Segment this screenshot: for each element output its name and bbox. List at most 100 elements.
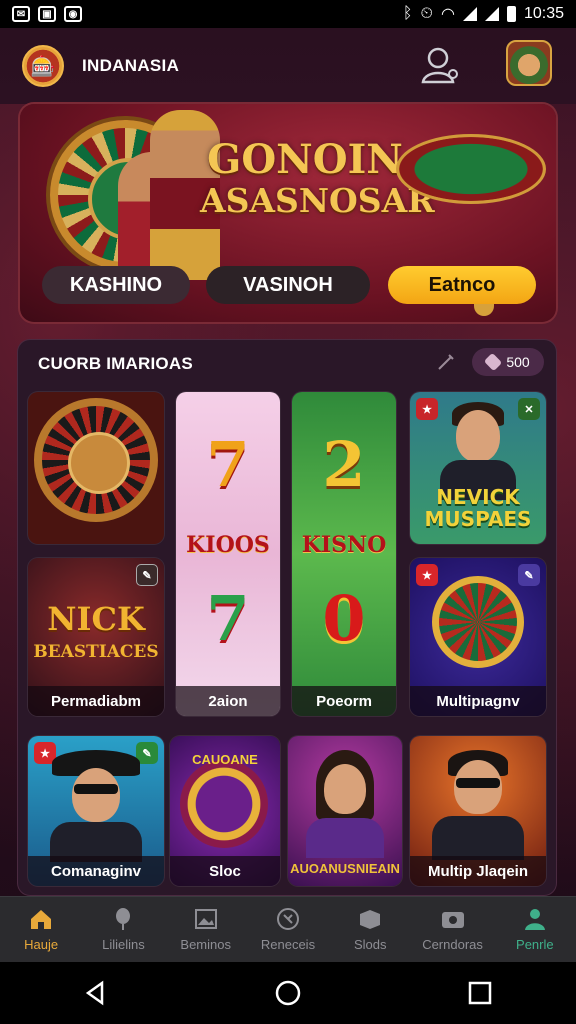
signal-icon [484, 7, 499, 21]
banner-button-kashino[interactable]: KASHINO [42, 266, 190, 304]
reel-word: KIOOS [186, 532, 270, 558]
app-header: 🎰 INDANASIA [0, 28, 576, 104]
camera-icon [441, 912, 464, 928]
badge-value: 500 [506, 354, 530, 370]
nav-item-home[interactable]: Hauje [3, 907, 79, 952]
banner-title-line2: ASASNOSAR [200, 181, 435, 220]
status-bar: ✉ ▣ ◉ ᛒ ⏲ ◠ 10:35 [0, 0, 576, 28]
app-logo[interactable]: 🎰 [22, 45, 64, 87]
banner-button-vasinoh[interactable]: VASINOH [206, 266, 370, 304]
nav-label: Slods [354, 937, 387, 952]
back-icon[interactable] [82, 979, 110, 1007]
nav-label: Cerndoras [422, 937, 483, 952]
new-badge-icon: ★ [416, 564, 438, 586]
bluetooth-icon: ᛒ [402, 5, 413, 22]
game-tile-lady[interactable]: AUOANUSNIEAIN [288, 736, 402, 886]
tag-icon: ✕ [518, 398, 540, 420]
status-right-icons: ᛒ ⏲ ◠ 10:35 [403, 4, 564, 24]
character-suit [306, 818, 384, 858]
tile-caption: Poeorm [292, 686, 396, 716]
slot-wheel-image [180, 760, 268, 848]
game-logo: AUOANUSNIEAIN [290, 861, 400, 876]
game-tile-agent[interactable]: ★ ✎ Comanaginv [28, 736, 164, 886]
nav-label: Lilielins [102, 937, 145, 952]
game-logo: NICK [47, 600, 145, 638]
battery-icon [506, 6, 516, 22]
coin-badge[interactable]: 500 [472, 348, 544, 376]
tile-caption: Multipıagnv [410, 686, 546, 716]
game-logo: CAUOANE [192, 752, 258, 767]
game-tile-nick[interactable]: ✎ NICK BEASTIACES Permadiabm [28, 558, 164, 716]
new-badge-icon: ★ [416, 398, 438, 420]
box-icon [360, 910, 381, 929]
profile-avatar[interactable] [506, 40, 552, 86]
status-left-icons: ✉ ▣ ◉ [12, 6, 82, 22]
game-tile-multiplayer[interactable]: ★ ✎ Multipıagnv [410, 558, 546, 716]
sunglasses-image [74, 784, 118, 794]
section-title: CUORB IMARIOAS [38, 354, 193, 373]
game-tile-slot-reel-1[interactable]: 7 KIOOS 7 2aion [176, 392, 280, 716]
game-tile-slot[interactable]: CAUOANE Sloc [170, 736, 280, 886]
game-tile-roulette[interactable] [28, 392, 164, 544]
sunglasses-image [456, 778, 500, 788]
banner-button-eatnco[interactable]: Eatnco [388, 266, 536, 304]
nav-item-profile[interactable]: Penrle [497, 907, 573, 952]
image-icon [194, 909, 217, 929]
bottom-nav: Hauje Lilielins Beminos Reneceis Slods C… [0, 896, 576, 962]
game-logo-line2: MUSPAES [424, 507, 532, 531]
mail-icon: ✉ [12, 6, 30, 22]
tag-icon: ✎ [518, 564, 540, 586]
nav-item-lilielins[interactable]: Lilielins [85, 907, 161, 952]
edit-icon[interactable] [436, 352, 456, 372]
reel-symbol: 7 [206, 582, 250, 655]
banner-title-line1: GONOIN [207, 136, 403, 183]
roulette-image [432, 576, 524, 668]
roulette-table-image [396, 134, 546, 204]
character-face [72, 768, 120, 822]
tile-caption: Permadiabm [28, 686, 164, 716]
game-logo: NEVICK MUSPAES [410, 486, 546, 530]
tile-caption: Comanaginv [28, 856, 164, 886]
system-nav-bar [0, 962, 576, 1024]
account-icon[interactable] [420, 44, 460, 86]
reel-symbol: 0 [322, 582, 366, 655]
character-face [456, 410, 500, 462]
reel-symbol: 7 [206, 428, 250, 501]
home-button-icon[interactable] [274, 979, 302, 1007]
edit-icon: ✎ [136, 564, 158, 586]
character-face [324, 764, 366, 814]
chat-icon: ◉ [64, 6, 82, 22]
roulette-image [34, 398, 158, 522]
tile-caption: Sloc [170, 856, 280, 886]
nav-label: Hauje [24, 937, 59, 952]
game-logo-sub: BEASTIACES [33, 642, 159, 662]
nav-item-slods[interactable]: Slods [332, 907, 408, 952]
banner-title: GONOIN ASASNOSAR [200, 136, 435, 220]
reel-word: KISNO [301, 532, 387, 558]
photo-icon: ▣ [38, 6, 56, 22]
status-time: 10:35 [523, 5, 564, 22]
game-logo-line1: NEVICK [436, 485, 520, 509]
nav-item-beminos[interactable]: Beminos [168, 907, 244, 952]
game-tile-multiplayer-2[interactable]: Multip Jlaqein [410, 736, 546, 886]
game-tile-nevick[interactable]: ★ ✕ NEVICK MUSPAES [410, 392, 546, 544]
recents-icon[interactable] [466, 979, 494, 1007]
balloon-icon [116, 908, 131, 930]
nav-label: Reneceis [260, 937, 316, 952]
nav-item-cerndoras[interactable]: Cerndoras [415, 907, 491, 952]
heart-icon [484, 352, 503, 372]
wifi-icon: ◠ [440, 6, 455, 23]
alarm-icon: ⏲ [420, 5, 433, 22]
signal-icon [462, 7, 477, 21]
person-icon [524, 909, 545, 930]
nav-item-reneceis[interactable]: Reneceis [250, 907, 326, 952]
tile-caption: Multip Jlaqein [410, 856, 546, 886]
reel-symbol: 2 [322, 428, 366, 501]
game-tile-slot-reel-2[interactable]: 2 KISNO 0 Poeorm [292, 392, 396, 716]
tile-caption: 2aion [176, 686, 280, 716]
home-icon [31, 910, 52, 929]
character-suit [432, 816, 524, 860]
nav-label: Beminos [180, 937, 231, 952]
app-name: INDANASIA [82, 56, 180, 75]
nav-label: Penrle [516, 937, 554, 952]
